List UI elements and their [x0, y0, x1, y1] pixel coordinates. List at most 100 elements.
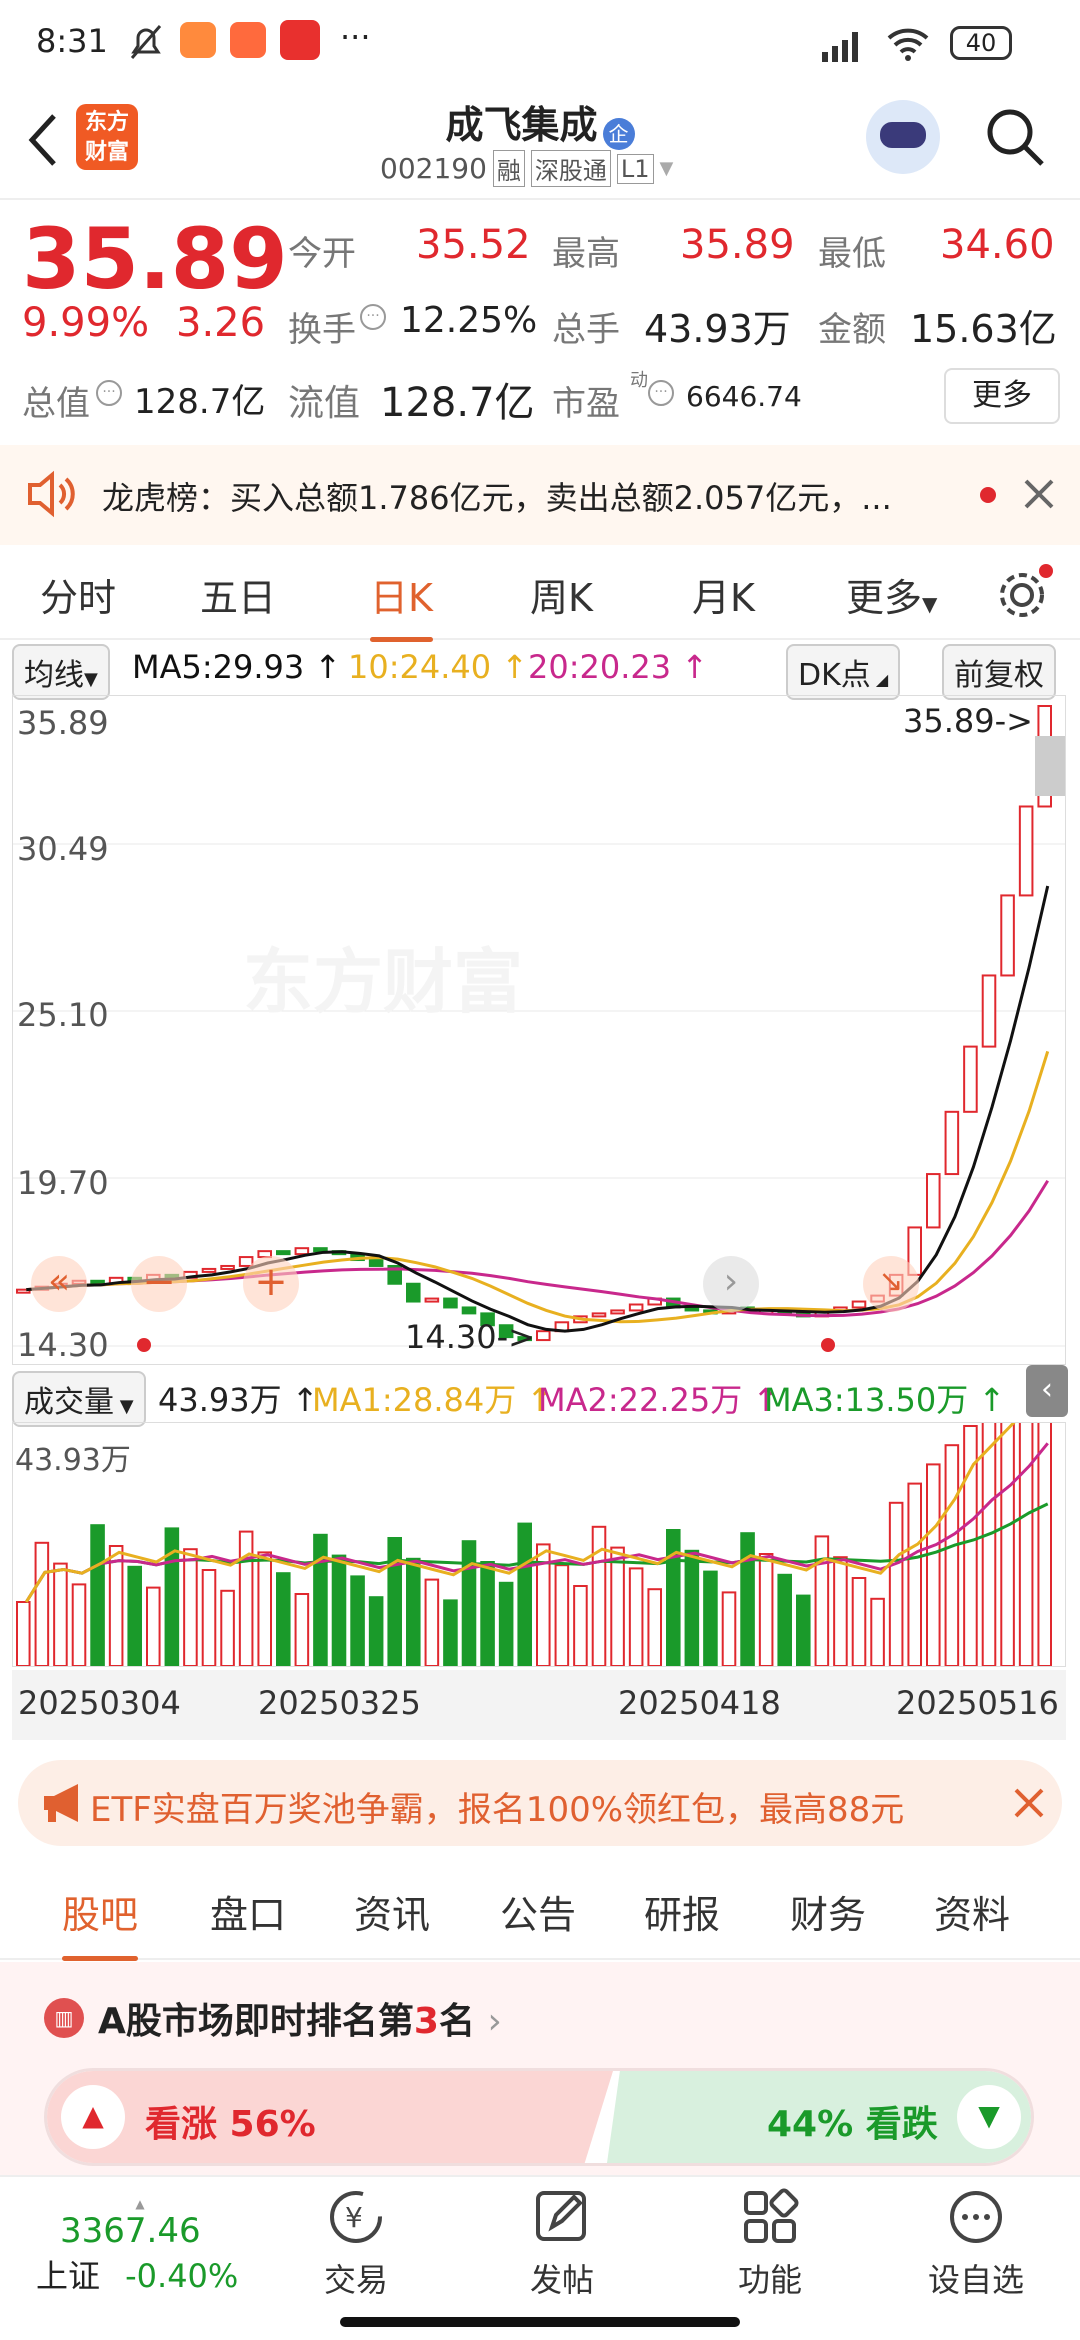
volume-bar [164, 1527, 180, 1666]
ma5-value: MA5:29.93 ↑ [132, 648, 342, 686]
tab-monthly-k[interactable]: 月K [692, 567, 755, 622]
event-dot[interactable] [137, 1338, 151, 1352]
vol-ma3: MA3:13.50万 ↑ [764, 1381, 1006, 1419]
scroll-indicator[interactable] [1035, 736, 1065, 796]
grid-icon [744, 2188, 799, 2243]
forward-icon[interactable]: › [703, 1256, 759, 1312]
tab-weekly-k[interactable]: 周K [530, 567, 593, 622]
edit-icon [536, 2191, 586, 2241]
candle [406, 1282, 421, 1303]
more-notifications-icon: ··· [340, 18, 371, 56]
game-notification-icon [280, 20, 320, 60]
volume-bar [870, 1597, 885, 1666]
volume-bar [90, 1524, 105, 1666]
volume-bar [201, 1569, 217, 1666]
collapse-chevron-icon[interactable]: ‹ [1026, 1365, 1068, 1417]
nav-trade[interactable]: ¥ 交易 [286, 2187, 426, 2301]
bearish-button[interactable]: ▼ [957, 2085, 1021, 2149]
volume-bar [443, 1599, 458, 1666]
nav-post[interactable]: 发帖 [492, 2187, 632, 2301]
info-icon[interactable]: ··· [360, 304, 386, 330]
dk-point-button[interactable]: DK点 ◢ [786, 644, 901, 700]
notice-bar[interactable]: 龙虎榜：买入总额1.786亿元，卖出总额2.057亿元，... [0, 445, 1080, 545]
volume-bar [591, 1525, 607, 1666]
volume-selector[interactable]: 成交量 ▼ [12, 1371, 146, 1427]
candle [628, 1303, 644, 1312]
rank-text[interactable]: A股市场即时排名第3名 › [98, 1992, 502, 2044]
close-icon[interactable] [1022, 477, 1056, 511]
pe-info-icon[interactable]: ··· [648, 380, 674, 406]
volume-value: 43.93万 [644, 307, 791, 351]
tab-more[interactable]: 更多▼ [846, 567, 937, 622]
tab-intraday[interactable]: 分时 [40, 567, 116, 622]
high-value: 35.89 [680, 222, 795, 268]
volume-bar [313, 1533, 328, 1666]
date-label: 20250304 [18, 1684, 181, 1722]
candle [536, 1330, 551, 1342]
megaphone-icon [44, 1784, 78, 1822]
y-label-2: 30.49 [17, 830, 109, 868]
dropdown-icon[interactable]: ▼ [660, 158, 674, 179]
low-label: 最低 [818, 234, 886, 274]
candle [294, 1247, 310, 1256]
promo-banner[interactable]: ETF实盘百万奖池争霸，报名100%领红包，最高88元 [18, 1760, 1062, 1846]
tab-news[interactable]: 资讯 [354, 1884, 430, 1939]
float-value: 128.7亿 [380, 380, 535, 426]
tab-forum[interactable]: 股吧 [62, 1884, 139, 1961]
volume-bar [610, 1546, 625, 1666]
nav-functions[interactable]: 功能 [700, 2187, 840, 2301]
shop-notification-icon [230, 22, 266, 58]
tab-orderbook[interactable]: 盘口 [210, 1884, 286, 1939]
bullish-button[interactable]: ▲ [61, 2085, 125, 2149]
rank-chart-icon: ▥ [44, 1998, 84, 2038]
candle [201, 1267, 217, 1273]
volume-bar [554, 1564, 570, 1666]
battery-icon: 40 [950, 26, 1012, 60]
more-circle-icon [950, 2191, 1002, 2243]
turnover-label: 换手 [288, 310, 356, 350]
event-dot[interactable] [821, 1338, 835, 1352]
search-icon[interactable] [982, 104, 1048, 170]
volume-current: 43.93万 ↑ [158, 1381, 319, 1419]
mcap-info-icon[interactable]: ··· [96, 380, 122, 406]
candle [1018, 805, 1034, 897]
volume-bar [796, 1594, 811, 1666]
k-line-chart[interactable]: 东方财富 35.89 30.49 25.10 19.70 14.30 35.89… [12, 695, 1066, 1365]
volume-bar [71, 1583, 87, 1666]
candle [851, 1300, 867, 1309]
banner-close-icon[interactable] [1012, 1786, 1046, 1820]
tab-profile[interactable]: 资料 [934, 1884, 1010, 1939]
low-value: 34.60 [940, 222, 1055, 268]
rewind-icon[interactable]: « [31, 1256, 87, 1312]
svg-text:¥: ¥ [345, 2201, 363, 2234]
pe-value: 6646.74 [686, 380, 802, 413]
index-ticker[interactable]: ▲ 3367.46 上证 -0.40% [20, 2197, 260, 2297]
tab-daily-k[interactable]: 日K [370, 567, 433, 642]
ma-selector[interactable]: 均线▼ [12, 644, 110, 700]
tab-five-day[interactable]: 五日 [200, 567, 276, 622]
zoom-out-icon[interactable]: − [131, 1256, 187, 1312]
adjust-button[interactable]: 前复权 [942, 644, 1056, 700]
candle [276, 1250, 291, 1256]
zoom-in-icon[interactable]: + [243, 1256, 299, 1312]
robot-assistant-icon[interactable] [866, 100, 940, 174]
volume-bar [851, 1577, 867, 1666]
reset-icon[interactable]: ↘ [863, 1256, 919, 1312]
more-button[interactable]: 更多 [944, 368, 1060, 424]
y-label-max: 35.89 [17, 704, 109, 742]
date-axis: 20250304 20250325 20250418 20250516 [12, 1670, 1066, 1740]
nav-add-watchlist[interactable]: 设自选 [906, 2187, 1046, 2301]
tab-research[interactable]: 研报 [644, 1884, 720, 1939]
turnover-value: 12.25% [400, 300, 538, 341]
tag-level: L1 [616, 153, 654, 184]
sentiment-bar: ▲ 看涨 56% 44% 看跌 ▼ [44, 2068, 1034, 2166]
wifi-icon [887, 28, 929, 61]
high-label: 最高 [552, 234, 620, 274]
volume-bar [16, 1601, 31, 1666]
volume-bar [34, 1541, 50, 1666]
settings-gear-icon[interactable] [996, 563, 1054, 621]
volume-bar [498, 1581, 514, 1666]
tab-finance[interactable]: 财务 [790, 1884, 866, 1939]
volume-bar [628, 1567, 644, 1666]
tab-announcements[interactable]: 公告 [500, 1884, 576, 1939]
